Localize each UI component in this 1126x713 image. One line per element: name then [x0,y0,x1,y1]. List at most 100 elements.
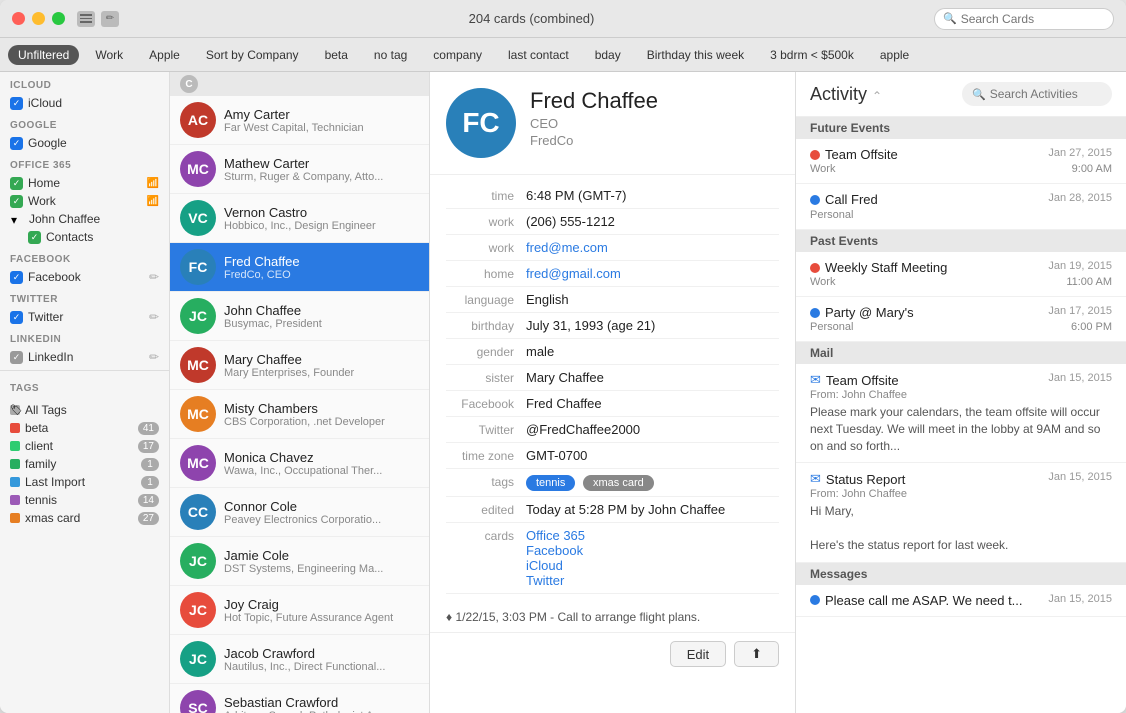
close-button[interactable] [12,12,25,25]
contact-item-fred-chaffee[interactable]: FCFred ChaffeeFredCo, CEO [170,243,429,292]
filter-tag-bday[interactable]: bday [585,45,631,65]
sidebar-toggle-icon[interactable] [77,11,95,27]
contact-name-5: Mary Chaffee [224,352,419,367]
contact-item-sebastian-crawford[interactable]: SCSebastian CrawfordArbitron, Speech Pat… [170,684,429,713]
tag-dot [10,477,20,487]
detail-row-edited: edited Today at 5:28 PM by John Chaffee [446,497,779,523]
contacts-checkbox[interactable] [28,231,41,244]
filter-tag-work[interactable]: Work [85,45,133,65]
card-link-twitter[interactable]: Twitter [526,573,564,588]
card-link-facebook[interactable]: Facebook [526,543,583,558]
filter-tag-beta[interactable]: beta [315,45,358,65]
contact-item-monica-chavez[interactable]: MCMonica ChavezWawa, Inc., Occupational … [170,439,429,488]
work-checkbox[interactable] [10,195,23,208]
filter-tag-apple[interactable]: Apple [139,45,190,65]
sidebar-item-linkedin[interactable]: LinkedIn ✏ [0,348,169,366]
linkedin-checkbox[interactable] [10,351,23,364]
twitter-checkbox[interactable] [10,311,23,324]
tag-item-beta[interactable]: beta41 [0,419,169,437]
tag-tennis[interactable]: tennis [526,475,575,491]
contact-item-joy-craig[interactable]: JCJoy CraigHot Topic, Future Assurance A… [170,586,429,635]
facebook-checkbox[interactable] [10,271,23,284]
filter-tag-last-contact[interactable]: last contact [498,45,579,65]
facebook-label: Facebook [28,270,81,284]
tag-item-client[interactable]: client17 [0,437,169,455]
edit-icon-twitter[interactable]: ✏ [149,310,159,324]
card-link-icloud[interactable]: iCloud [526,558,563,573]
contact-avatar-mary-chaffee: MC [180,347,216,383]
compose-icon[interactable]: ✏ [101,11,119,27]
home-checkbox[interactable] [10,177,23,190]
tag-count-client: 17 [138,440,159,453]
tag-item-family[interactable]: family1 [0,455,169,473]
contact-item-mary-chaffee[interactable]: MC Mary ChaffeeMary Enterprises, Founder [170,341,429,390]
contact-item-vernon-castro[interactable]: VCVernon CastroHobbico, Inc., Design Eng… [170,194,429,243]
contact-sub-5: Mary Enterprises, Founder [224,367,419,379]
office365-section-title: OFFICE 365 [0,152,169,174]
search-cards-bar[interactable]: 🔍 [934,8,1114,30]
sidebar-item-google[interactable]: Google [0,134,169,152]
contact-item-amy-carter[interactable]: ACAmy CarterFar West Capital, Technician [170,96,429,145]
contact-item-connor-cole[interactable]: CCConnor ColePeavey Electronics Corporat… [170,488,429,537]
filter-tag-3-bdrm-<-$500k[interactable]: 3 bdrm < $500k [760,45,864,65]
contact-sub-8: Peavey Electronics Corporatio... [224,514,419,526]
status-report-body: Hi Mary,Here's the status report for las… [810,503,1112,553]
sidebar-item-icloud[interactable]: iCloud [0,94,169,112]
detail-row-home-email: home fred@gmail.com [446,261,779,287]
sidebar-item-contacts[interactable]: Contacts [0,228,169,246]
activity-search-bar[interactable]: 🔍 [962,82,1112,106]
sidebar-item-home[interactable]: Home 📶 [0,174,169,192]
work-email-value[interactable]: fred@me.com [526,240,779,255]
icloud-checkbox[interactable] [10,97,23,110]
weekly-meeting-time: 11:00 AM [1066,276,1112,288]
sidebar-item-facebook[interactable]: Facebook ✏ [0,268,169,286]
share-button[interactable]: ⬆ [734,641,779,667]
activity-search-icon: 🔍 [972,88,986,101]
contact-info-mathew-carter: Mathew CarterSturm, Ruger & Company, Att… [224,156,419,183]
contacts-label: Contacts [46,230,93,244]
edit-icon-linkedin[interactable]: ✏ [149,350,159,364]
filter-tag-unfiltered[interactable]: Unfiltered [8,45,79,65]
contact-sub-0: Far West Capital, Technician [224,122,419,134]
detail-avatar: FC [446,88,516,158]
detail-row-facebook: Facebook Fred Chaffee [446,391,779,417]
maximize-button[interactable] [52,12,65,25]
sidebar-item-john-chaffee[interactable]: ▾ John Chaffee [0,210,169,228]
tag-item-tennis[interactable]: tennis14 [0,491,169,509]
tag-xmas[interactable]: xmas card [583,475,654,491]
sidebar-item-work[interactable]: Work 📶 [0,192,169,210]
edit-icon-facebook[interactable]: ✏ [149,270,159,284]
google-checkbox[interactable] [10,137,23,150]
contact-item-jacob-crawford[interactable]: JCJacob CrawfordNautilus, Inc., Direct F… [170,635,429,684]
tag-dot [10,423,20,433]
contact-item-john-chaffee[interactable]: JCJohn ChaffeeBusymac, President [170,292,429,341]
language-label: language [446,292,526,307]
filter-tag-company[interactable]: company [423,45,492,65]
sidebar-item-twitter[interactable]: Twitter ✏ [0,308,169,326]
timezone-label: time zone [446,448,526,463]
google-label: Google [28,136,67,150]
contact-avatar-vernon-castro: VC [180,200,216,236]
filter-tag-no-tag[interactable]: no tag [364,45,417,65]
filter-tag-apple[interactable]: apple [870,45,919,65]
edited-value: Today at 5:28 PM by John Chaffee [526,502,779,517]
search-cards-input[interactable] [961,12,1105,26]
filter-tag-birthday-this-week[interactable]: Birthday this week [637,45,754,65]
card-link-office365[interactable]: Office 365 [526,528,585,543]
event-dot-red-2 [810,263,820,273]
tag-item-all-tags[interactable]: 🏷All Tags [0,401,169,419]
home-email-value[interactable]: fred@gmail.com [526,266,779,281]
detail-row-tags: tags tennis xmas card [446,469,779,497]
contact-list: C ACAmy CarterFar West Capital, Technici… [170,72,430,713]
edit-button[interactable]: Edit [670,641,726,667]
tag-item-xmas-card[interactable]: xmas card27 [0,509,169,527]
minimize-button[interactable] [32,12,45,25]
contact-item-mathew-carter[interactable]: MCMathew CarterSturm, Ruger & Company, A… [170,145,429,194]
contact-item-jamie-cole[interactable]: JCJamie ColeDST Systems, Engineering Ma.… [170,537,429,586]
wifi-icon-work: 📶 [147,196,159,207]
tag-item-last-import[interactable]: Last Import1 [0,473,169,491]
contact-item-misty-chambers[interactable]: MCMisty ChambersCBS Corporation, .net De… [170,390,429,439]
activity-search-input[interactable] [990,87,1102,101]
filter-tag-sort-by-company[interactable]: Sort by Company [196,45,309,65]
team-offsite-name: Team Offsite [810,147,898,162]
